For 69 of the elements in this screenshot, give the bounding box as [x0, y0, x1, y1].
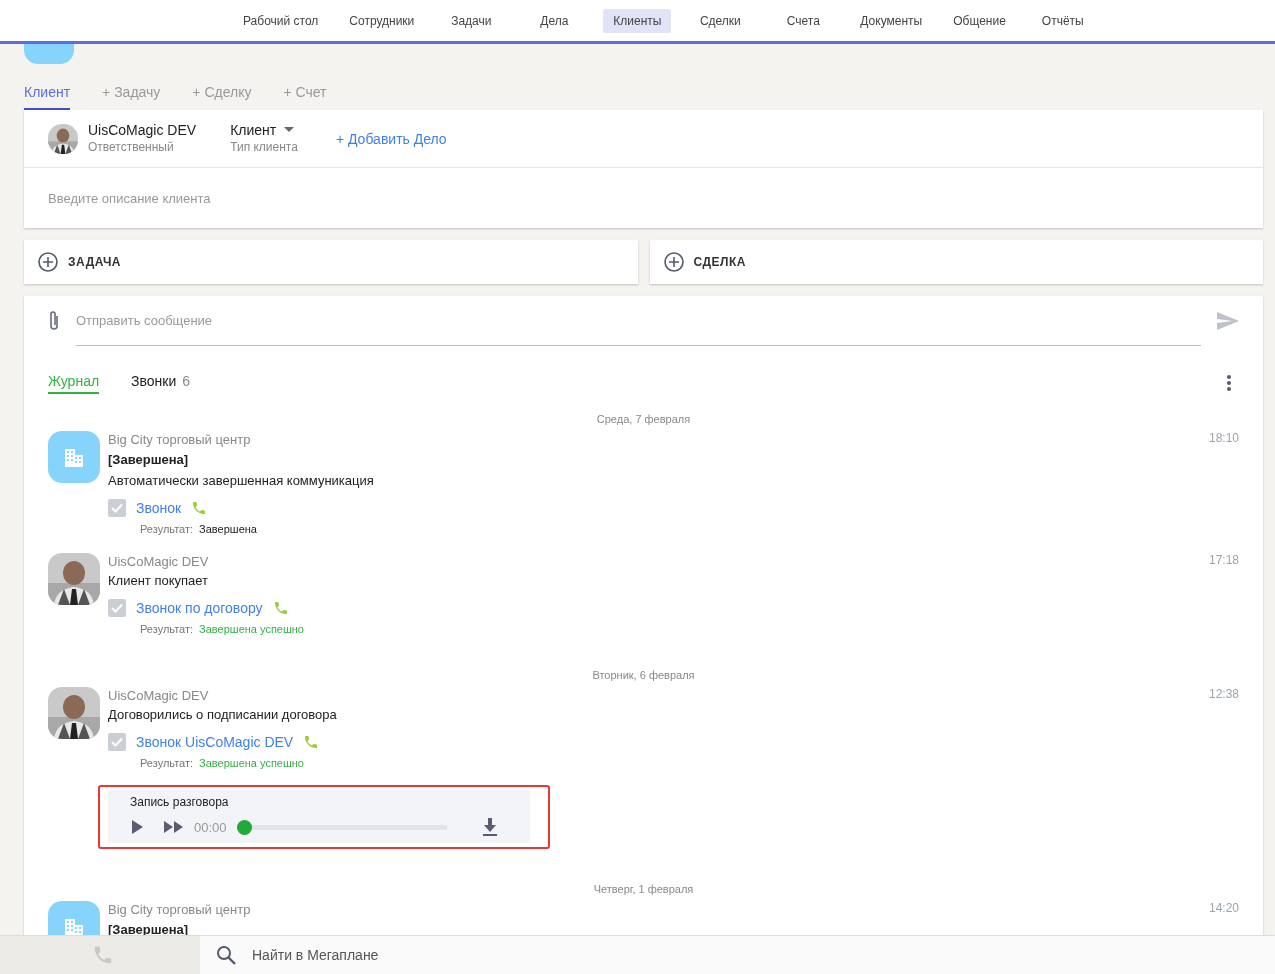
- nav-item[interactable]: Отчёты: [1028, 8, 1097, 33]
- entry-text: Автоматически завершенная коммуникация: [108, 472, 374, 490]
- author-name: Big City торговый центр: [108, 431, 251, 449]
- author-name: UisCoMagic DEV: [108, 553, 209, 571]
- playback-time: 00:00: [194, 819, 227, 835]
- result-label: Результат:: [140, 623, 194, 635]
- result-value: Завершена: [199, 523, 257, 535]
- author-name: UisCoMagic DEV: [108, 687, 209, 705]
- entry-text: Клиент покупает: [108, 572, 209, 590]
- date-separator: Четверг, 1 февраля: [592, 883, 695, 895]
- quick-add-button[interactable]: СДЕЛКА: [649, 240, 1263, 284]
- result-value: Завершена успешно: [199, 757, 304, 769]
- date-separator: Вторник, 6 февраля: [591, 669, 696, 681]
- check-icon: [111, 737, 123, 747]
- nav-item[interactable]: Рабочий стол: [235, 8, 327, 33]
- nav-item[interactable]: Счета: [769, 8, 838, 33]
- entry-time: 17:18: [1208, 553, 1239, 567]
- paperclip-icon[interactable]: [48, 310, 60, 332]
- quick-add-button[interactable]: ЗАДАЧА: [24, 240, 638, 284]
- client-type-label: Тип клиента: [230, 138, 298, 156]
- checkbox[interactable]: [108, 599, 126, 617]
- more-icon[interactable]: [1227, 375, 1231, 391]
- nav-item[interactable]: Клиенты: [603, 8, 672, 33]
- plus-icon: [663, 252, 684, 272]
- nav-item[interactable]: Общение: [945, 8, 1014, 33]
- check-icon: [111, 503, 123, 513]
- responsible-name[interactable]: UisCoMagic DEV: [88, 121, 197, 139]
- fast-forward-icon[interactable]: [164, 820, 184, 834]
- message-field[interactable]: Отправить сообщение: [76, 296, 1201, 346]
- building-icon: [63, 917, 85, 937]
- search-field[interactable]: Найти в Мегаплане: [250, 946, 654, 964]
- nav-item[interactable]: Дела: [520, 8, 589, 33]
- download-icon[interactable]: [481, 818, 498, 836]
- entry-time: 12:38: [1208, 687, 1239, 701]
- call-link[interactable]: Звонок по договору: [136, 600, 263, 616]
- nav-item[interactable]: Задачи: [437, 8, 506, 33]
- checkbox[interactable]: [108, 733, 126, 751]
- nav-item[interactable]: Сделки: [686, 8, 755, 33]
- phone-icon: [303, 734, 320, 750]
- entry-status: [Завершена]: [108, 921, 189, 939]
- check-icon: [111, 603, 123, 613]
- feed-tab[interactable]: Звонки 6: [131, 372, 191, 394]
- entry-time: 18:10: [1208, 431, 1239, 445]
- nav-item[interactable]: Сотрудники: [341, 8, 423, 33]
- caret-icon[interactable]: [284, 127, 295, 133]
- building-icon: [63, 447, 85, 467]
- play-icon[interactable]: [130, 820, 144, 834]
- search-icon[interactable]: [216, 945, 236, 965]
- result-label: Результат:: [140, 757, 194, 769]
- entry-text: Договорились о подписании договора: [108, 706, 337, 724]
- phone-icon: [272, 600, 289, 616]
- entry-status: [Завершена]: [108, 451, 189, 469]
- responsible-label: Ответственный: [88, 138, 175, 156]
- client-type-dropdown[interactable]: Клиент: [230, 121, 277, 139]
- result-value: Завершена успешно: [199, 623, 304, 635]
- author-name: Big City торговый центр: [108, 901, 251, 919]
- result-label: Результат:: [140, 523, 194, 535]
- date-separator: Среда, 7 февраля: [595, 413, 692, 425]
- nav-item[interactable]: Документы: [852, 8, 931, 33]
- call-link[interactable]: Звонок UisCoMagic DEV: [136, 734, 294, 750]
- progress-thumb[interactable]: [236, 819, 252, 835]
- phone-icon: [191, 500, 208, 516]
- checkbox[interactable]: [108, 499, 126, 517]
- recording-title: Запись разговора: [130, 795, 230, 809]
- phone-icon: [92, 944, 114, 966]
- add-activity-link[interactable]: + Добавить Дело: [335, 130, 447, 147]
- entry-time: 14:20: [1208, 901, 1239, 915]
- call-link[interactable]: Звонок: [136, 500, 182, 516]
- plus-icon: [38, 252, 58, 272]
